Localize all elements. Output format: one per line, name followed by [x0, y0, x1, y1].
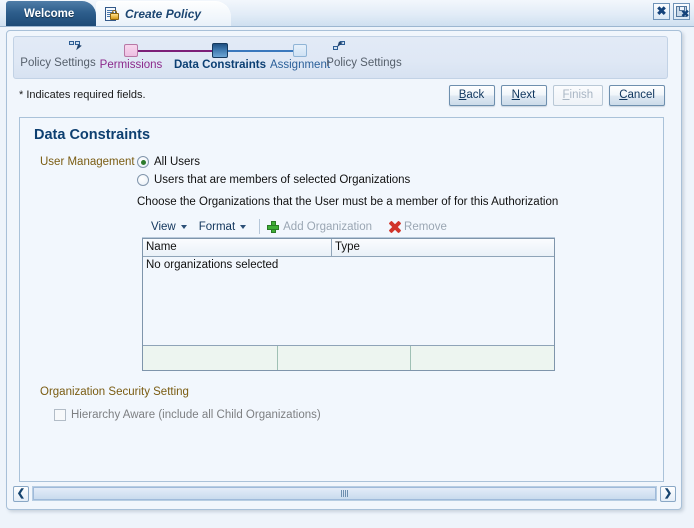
table-footer — [143, 345, 554, 370]
train-step-marker — [212, 43, 228, 58]
radio-selected-organizations[interactable]: Users that are members of selected Organ… — [137, 172, 410, 188]
close-icon[interactable]: ✖ — [653, 3, 670, 20]
page-title: Data Constraints — [34, 127, 151, 143]
radio-label: Users that are members of selected Organ… — [154, 174, 411, 186]
scroll-right-arrow-icon[interactable]: ❯ — [660, 485, 676, 502]
plus-icon — [267, 220, 280, 233]
grip-icon — [341, 490, 348, 497]
horizontal-scrollbar[interactable]: ❮ ❯ — [13, 485, 676, 502]
scroll-left-arrow-icon[interactable]: ❮ — [13, 485, 29, 502]
table-body: No organizations selected — [143, 257, 554, 345]
train-step-label: Policy Settings — [326, 57, 402, 69]
user-management-radio-group: All Users Users that are members of sele… — [137, 154, 410, 190]
hierarchy-aware-label: Hierarchy Aware (include all Child Organ… — [71, 409, 321, 421]
tab-bar: Welcome Create Policy ✖ ✖ — [0, 0, 694, 27]
chevron-down-icon — [240, 224, 247, 229]
policy-document-lock-icon — [105, 6, 120, 22]
table-footer-cell-2 — [277, 346, 410, 370]
actions-row: * Indicates required fields. Back Next F… — [13, 83, 668, 113]
hierarchy-aware-checkbox[interactable]: Hierarchy Aware (include all Child Organ… — [54, 409, 321, 421]
choose-organizations-hint: Choose the Organizations that the User m… — [137, 196, 559, 208]
main-panel: Policy Settings Permissions Data Constra… — [6, 30, 682, 510]
organization-security-setting-label: Organization Security Setting — [40, 386, 189, 398]
table-header-row: Name Type — [143, 239, 554, 257]
next-button[interactable]: Next — [500, 85, 547, 106]
table-toolbar: View Format Add Organization Remove — [142, 216, 555, 238]
radio-indicator — [137, 174, 149, 186]
wizard-train: Policy Settings Permissions Data Constra… — [13, 36, 668, 79]
train-step-marker — [124, 44, 138, 57]
application-window: Welcome Create Policy ✖ ✖ Policy Setting… — [0, 0, 694, 528]
radio-label: All Users — [154, 156, 201, 168]
radio-indicator — [137, 156, 149, 168]
content-area: Data Constraints User Management All Use… — [19, 117, 664, 482]
train-step-marker — [293, 44, 307, 57]
table-empty-message: No organizations selected — [146, 259, 279, 271]
remove-organization-label: Remove — [404, 220, 447, 233]
required-fields-note: * Indicates required fields. — [19, 89, 146, 101]
assignment-pointer-icon — [333, 41, 348, 53]
cancel-button[interactable]: Cancel — [609, 85, 665, 106]
remove-x-icon — [388, 221, 400, 233]
toolbar-divider — [259, 219, 261, 234]
tab-create-policy-label: Create Policy — [125, 7, 202, 21]
train-connector-visited — [138, 50, 218, 52]
format-menu[interactable]: Format — [193, 218, 252, 236]
chevron-down-icon — [180, 224, 187, 229]
wizard-buttons: Back Next Finish Cancel — [448, 85, 665, 106]
scrollbar-thumb[interactable] — [33, 487, 656, 500]
scrollbar-track[interactable] — [32, 486, 657, 501]
remove-organization-button[interactable]: Remove — [388, 218, 447, 236]
radio-all-users[interactable]: All Users — [137, 154, 410, 170]
window-buttons: ✖ ✖ — [653, 3, 690, 20]
user-management-label: User Management — [40, 156, 135, 168]
checkbox-indicator — [54, 409, 66, 421]
back-button[interactable]: Back — [448, 85, 495, 106]
train-connector-future — [220, 50, 300, 52]
tab-create-policy[interactable]: Create Policy — [96, 1, 232, 26]
add-organization-button[interactable]: Add Organization — [267, 218, 372, 236]
tab-welcome[interactable]: Welcome — [6, 1, 97, 26]
table-footer-cell-1 — [143, 346, 277, 370]
format-menu-label: Format — [198, 220, 236, 233]
organizations-table: Name Type No organizations selected — [142, 238, 555, 371]
train-step-label: Policy Settings — [20, 57, 96, 69]
add-organization-label: Add Organization — [283, 220, 373, 233]
train-step-label: Permissions — [99, 59, 163, 71]
column-header-type[interactable]: Type — [332, 239, 554, 256]
save-and-close-icon[interactable]: ✖ — [673, 3, 690, 20]
view-menu-label: View — [151, 220, 176, 233]
column-header-name[interactable]: Name — [143, 239, 332, 256]
train-step-label: Data Constraints — [173, 59, 267, 71]
table-footer-cell-3 — [410, 346, 554, 370]
view-menu[interactable]: View — [145, 218, 193, 236]
finish-button[interactable]: Finish — [552, 85, 604, 106]
tab-welcome-label: Welcome — [24, 7, 75, 20]
select-pointer-icon — [69, 41, 84, 53]
organizations-table-widget: View Format Add Organization Remove Name… — [142, 216, 555, 371]
